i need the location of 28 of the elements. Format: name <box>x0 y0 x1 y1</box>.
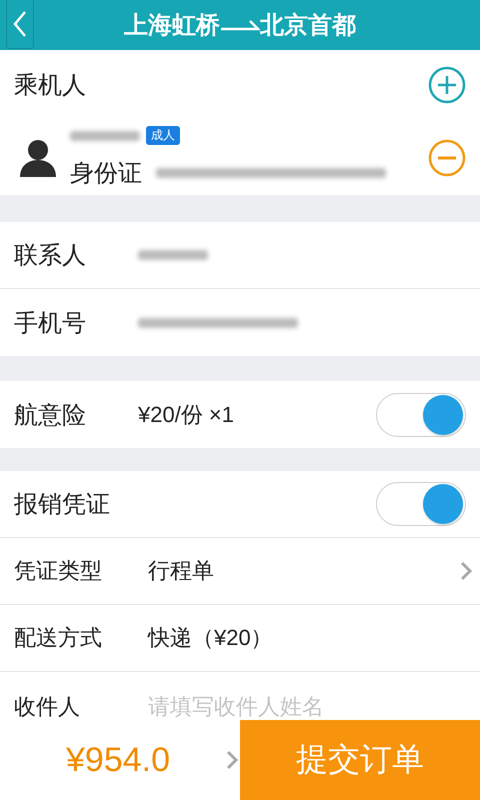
back-button[interactable] <box>6 0 34 49</box>
field-label: 凭证类型 <box>14 557 103 585</box>
field-label: 航意险 <box>14 400 87 430</box>
route-origin: 上海虹桥 <box>124 11 220 41</box>
field-label: 报销凭证 <box>14 490 110 520</box>
field-label: 手机号 <box>14 308 87 338</box>
add-circle-icon[interactable] <box>428 66 466 104</box>
field-label: 联系人 <box>14 241 87 271</box>
passenger-type-badge: 成人 <box>146 126 180 145</box>
route-destination: 北京首都 <box>260 11 356 41</box>
person-icon <box>18 138 58 176</box>
redacted-text <box>70 130 140 140</box>
field-label: 配送方式 <box>14 624 103 652</box>
back-icon <box>13 10 27 38</box>
chevron-right-icon[interactable] <box>226 750 238 770</box>
input-field[interactable]: 请填写收件人姓名 <box>148 694 466 720</box>
toggle-switch[interactable] <box>376 392 466 436</box>
total-price: ¥954.0 <box>66 740 170 780</box>
section-title: 乘机人 <box>14 71 86 101</box>
field-value: 快递（¥20） <box>148 624 274 652</box>
toggle-switch[interactable] <box>376 482 466 526</box>
chevron-right-icon[interactable] <box>460 561 472 581</box>
redacted-text <box>138 250 208 260</box>
field-label: 收件人 <box>14 693 81 721</box>
id-type-label: 身份证 <box>70 159 142 189</box>
field-value[interactable]: 行程单 <box>148 556 460 586</box>
insurance-price: ¥20/份 ×1 <box>138 400 236 428</box>
remove-circle-icon[interactable] <box>428 138 466 176</box>
